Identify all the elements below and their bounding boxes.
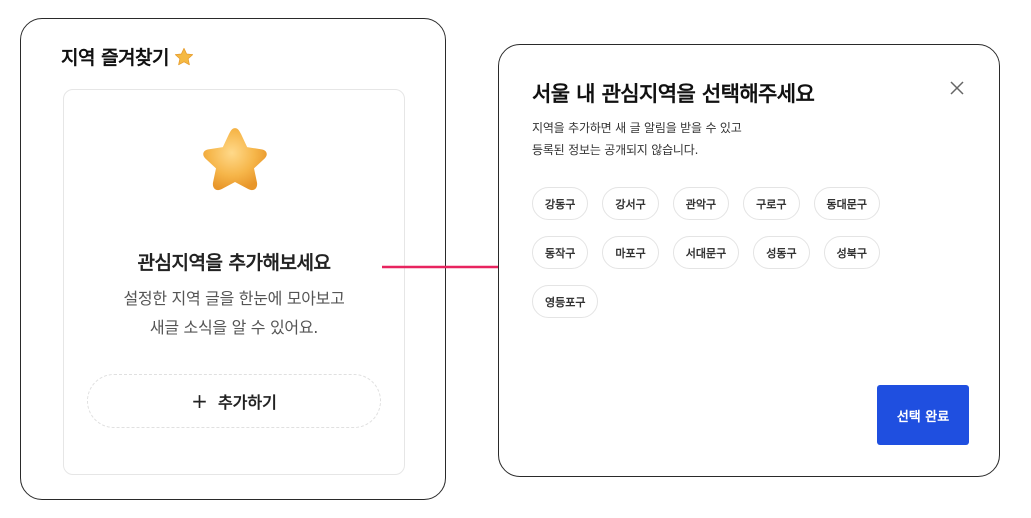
modal-title: 서울 내 관심지역을 선택해주세요 (532, 82, 815, 106)
empty-desc-line-1: 설정한 지역 글을 한눈에 모아보고 (123, 289, 345, 308)
region-chip[interactable]: 영등포구 (532, 285, 599, 318)
region-chip[interactable]: 강서구 (602, 187, 659, 220)
favorites-title: 지역 즐겨찾기 (61, 43, 195, 70)
star-icon (203, 128, 267, 191)
region-chip[interactable]: 마포구 (602, 236, 659, 269)
modal-desc-line-1: 지역을 추가하면 새 글 알림을 받을 수 있고 (532, 121, 742, 135)
region-chip-list: 강동구 강서구 관악구 구로구 동대문구 동작구 마포구 서대문구 성동구 성북… (532, 187, 952, 334)
region-chip[interactable]: 성북구 (823, 236, 880, 269)
empty-state-panel: 관심지역을 추가해보세요 설정한 지역 글을 한눈에 모아보고 새글 소식을 알… (63, 89, 405, 475)
add-region-label: 추가하기 (217, 393, 277, 412)
region-chip[interactable]: 관악구 (672, 187, 730, 220)
region-chip[interactable]: 서대문구 (672, 236, 740, 269)
region-select-modal: 서울 내 관심지역을 선택해주세요 지역을 추가하면 새 글 알림을 받을 수 … (498, 44, 1000, 477)
empty-desc-line-2: 새글 소식을 알 수 있어요. (149, 318, 319, 337)
region-chip[interactable]: 동대문구 (813, 187, 880, 220)
favorites-title-text: 지역 즐겨찾기 (61, 47, 170, 69)
modal-description: 지역을 추가하면 새 글 알림을 받을 수 있고 등록된 정보는 공개되지 않습… (532, 117, 742, 161)
chip-row: 영등포구 (532, 285, 952, 318)
region-chip[interactable]: 강동구 (532, 187, 589, 220)
close-icon[interactable] (949, 80, 965, 96)
region-chip[interactable]: 구로구 (743, 187, 800, 220)
modal-desc-line-2: 등록된 정보는 공개되지 않습니다. (532, 143, 699, 157)
small-star-icon (174, 47, 194, 65)
add-region-button[interactable]: + 추가하기 (87, 374, 381, 428)
chip-row: 동작구 마포구 서대문구 성동구 성북구 (532, 236, 952, 269)
region-chip[interactable]: 동작구 (532, 236, 589, 269)
select-done-button[interactable]: 선택 완료 (877, 385, 969, 445)
empty-state-description: 설정한 지역 글을 한눈에 모아보고 새글 소식을 알 수 있어요. (64, 284, 404, 342)
region-chip[interactable]: 성동구 (753, 236, 810, 269)
plus-icon: + (191, 389, 208, 413)
chip-row: 강동구 강서구 관악구 구로구 동대문구 (532, 187, 952, 220)
empty-state-title: 관심지역을 추가해보세요 (137, 252, 331, 274)
